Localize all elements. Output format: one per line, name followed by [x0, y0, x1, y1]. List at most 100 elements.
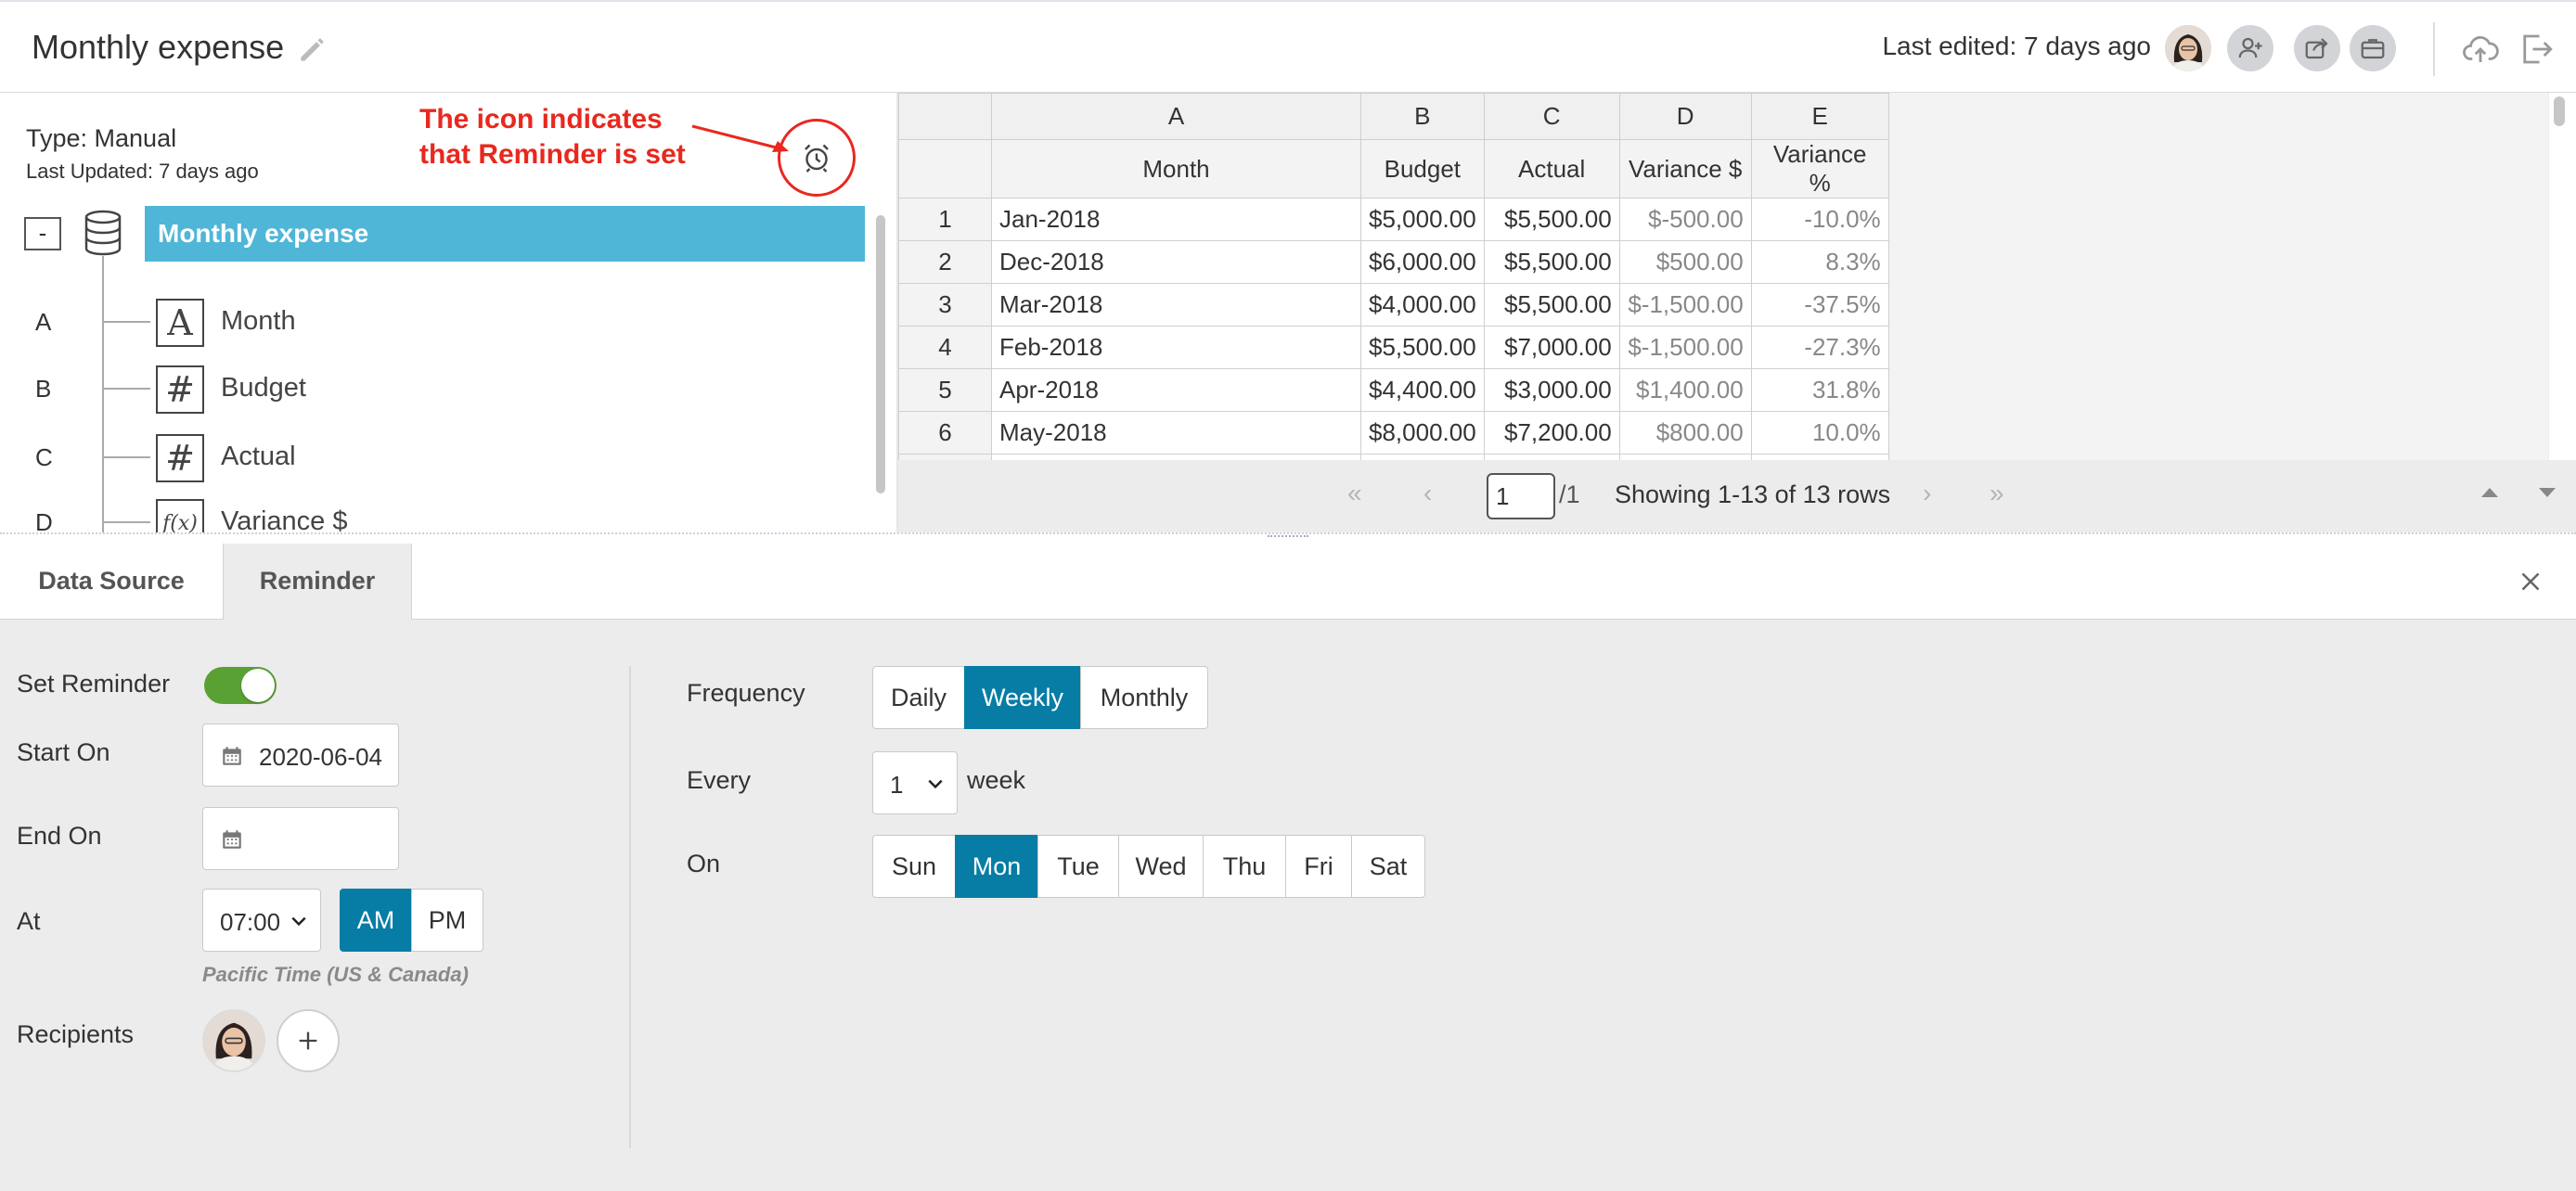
- alarm-clock-icon[interactable]: [800, 141, 833, 174]
- field-item-month[interactable]: A A Month: [0, 295, 872, 351]
- set-reminder-toggle[interactable]: [204, 667, 277, 704]
- recipient-avatar[interactable]: [202, 1009, 265, 1072]
- resize-divider[interactable]: [0, 532, 2576, 534]
- table-cell[interactable]: $7,000.00: [1483, 326, 1620, 369]
- table-cell[interactable]: Jan-2018: [991, 198, 1361, 241]
- table-cell[interactable]: $-500.00: [1618, 198, 1752, 241]
- day-tue[interactable]: Tue: [1037, 835, 1119, 898]
- field-item-actual[interactable]: C # Actual: [0, 430, 872, 486]
- field-item-variance-dollar[interactable]: D f(x) Variance $: [0, 495, 872, 532]
- every-value: 1: [890, 771, 904, 799]
- corner-cell[interactable]: [898, 93, 992, 140]
- column-header[interactable]: Actual: [1483, 139, 1620, 198]
- first-page-icon[interactable]: «: [1347, 479, 1362, 508]
- table-cell[interactable]: $1,400.00: [1618, 368, 1752, 412]
- every-select[interactable]: 1: [872, 751, 958, 814]
- column-header[interactable]: Variance %: [1750, 139, 1889, 198]
- left-panel-scrollbar[interactable]: [876, 215, 885, 493]
- page-number-input[interactable]: 1: [1487, 473, 1555, 519]
- table-cell[interactable]: $-1,500.00: [1618, 283, 1752, 327]
- edit-title-pencil-icon[interactable]: [295, 32, 330, 67]
- day-mon[interactable]: Mon: [955, 835, 1038, 898]
- table-cell[interactable]: $5,500.00: [1483, 240, 1620, 284]
- table-cell[interactable]: $5,500.00: [1360, 326, 1485, 369]
- frequency-weekly[interactable]: Weekly: [964, 666, 1081, 729]
- frequency-toggle: Daily Weekly Monthly: [872, 666, 1208, 729]
- column-header[interactable]: Month: [991, 139, 1361, 198]
- end-date-input[interactable]: [202, 807, 399, 870]
- table-cell[interactable]: 8.3%: [1750, 240, 1889, 284]
- table-cell[interactable]: Dec-2018: [991, 240, 1361, 284]
- grid-scroll-track[interactable]: [2548, 93, 2576, 460]
- table-cell[interactable]: $5,500.00: [1483, 283, 1620, 327]
- collapse-tree-button[interactable]: -: [24, 217, 61, 250]
- table-cell[interactable]: 31.8%: [1750, 368, 1889, 412]
- prev-page-icon[interactable]: ‹: [1423, 479, 1432, 508]
- table-cell[interactable]: -27.3%: [1750, 326, 1889, 369]
- exit-icon[interactable]: [2517, 30, 2556, 69]
- table-cell[interactable]: May-2018: [991, 411, 1361, 455]
- table-cell[interactable]: $-1,500.00: [1618, 326, 1752, 369]
- frequency-daily[interactable]: Daily: [872, 666, 965, 729]
- frequency-monthly[interactable]: Monthly: [1080, 666, 1208, 729]
- next-page-icon[interactable]: ›: [1923, 479, 1931, 508]
- scroll-down-icon[interactable]: [2539, 488, 2556, 497]
- table-cell[interactable]: Mar-2018: [991, 283, 1361, 327]
- row-number[interactable]: 1: [898, 198, 992, 241]
- table-cell[interactable]: $3,000.00: [1483, 368, 1620, 412]
- table-cell[interactable]: $5,000.00: [1360, 198, 1485, 241]
- table-cell[interactable]: $500.00: [1618, 240, 1752, 284]
- table-cell[interactable]: $6,000.00: [1360, 240, 1485, 284]
- table-cell[interactable]: $7,200.00: [1483, 411, 1620, 455]
- user-avatar[interactable]: [2165, 25, 2211, 71]
- row-number[interactable]: 6: [898, 411, 992, 455]
- table-cell[interactable]: -37.5%: [1750, 283, 1889, 327]
- row-number[interactable]: 5: [898, 368, 992, 412]
- table-cell[interactable]: $4,000.00: [1360, 283, 1485, 327]
- close-icon[interactable]: [2515, 566, 2546, 597]
- table-cell[interactable]: $800.00: [1618, 411, 1752, 455]
- day-fri[interactable]: Fri: [1285, 835, 1352, 898]
- row-number[interactable]: 2: [898, 240, 992, 284]
- briefcase-button[interactable]: [2350, 25, 2396, 71]
- grid-scrollbar[interactable]: [2554, 96, 2565, 126]
- resize-grip[interactable]: [1268, 535, 1308, 537]
- share-button[interactable]: [2294, 25, 2340, 71]
- day-sun[interactable]: Sun: [872, 835, 956, 898]
- source-last-updated: Last Updated: 7 days ago: [26, 160, 259, 183]
- pm-button[interactable]: PM: [411, 889, 483, 952]
- table-cell[interactable]: 10.0%: [1750, 411, 1889, 455]
- add-user-button[interactable]: [2227, 25, 2273, 71]
- annotation-line-2: that Reminder is set: [419, 139, 686, 170]
- column-header[interactable]: Variance $: [1618, 139, 1752, 198]
- scroll-up-icon[interactable]: [2481, 488, 2498, 497]
- table-cell[interactable]: Apr-2018: [991, 368, 1361, 412]
- field-item-budget[interactable]: B # Budget: [0, 362, 872, 417]
- field-column-letter: B: [35, 375, 52, 403]
- day-thu[interactable]: Thu: [1203, 835, 1286, 898]
- table-cell[interactable]: Feb-2018: [991, 326, 1361, 369]
- column-letter[interactable]: B: [1360, 93, 1485, 140]
- add-recipient-button[interactable]: [277, 1009, 340, 1072]
- day-sat[interactable]: Sat: [1351, 835, 1425, 898]
- cloud-upload-icon[interactable]: [2461, 30, 2500, 69]
- column-header[interactable]: Budget: [1360, 139, 1485, 198]
- day-wed[interactable]: Wed: [1118, 835, 1204, 898]
- time-select[interactable]: 07:00: [202, 889, 321, 952]
- am-button[interactable]: AM: [340, 889, 412, 952]
- table-cell[interactable]: $5,500.00: [1483, 198, 1620, 241]
- tab-reminder[interactable]: Reminder: [223, 544, 412, 621]
- column-letter[interactable]: C: [1483, 93, 1620, 140]
- column-letter[interactable]: D: [1618, 93, 1752, 140]
- table-cell[interactable]: $8,000.00: [1360, 411, 1485, 455]
- table-cell[interactable]: $4,400.00: [1360, 368, 1485, 412]
- table-cell[interactable]: -10.0%: [1750, 198, 1889, 241]
- tab-data-source[interactable]: Data Source: [0, 544, 223, 620]
- row-number[interactable]: 3: [898, 283, 992, 327]
- column-letter[interactable]: A: [991, 93, 1361, 140]
- row-number[interactable]: 4: [898, 326, 992, 369]
- start-date-input[interactable]: 2020-06-04: [202, 724, 399, 787]
- column-letter[interactable]: E: [1750, 93, 1889, 140]
- last-page-icon[interactable]: »: [1990, 479, 2004, 508]
- tree-root-dataset[interactable]: Monthly expense: [145, 206, 865, 262]
